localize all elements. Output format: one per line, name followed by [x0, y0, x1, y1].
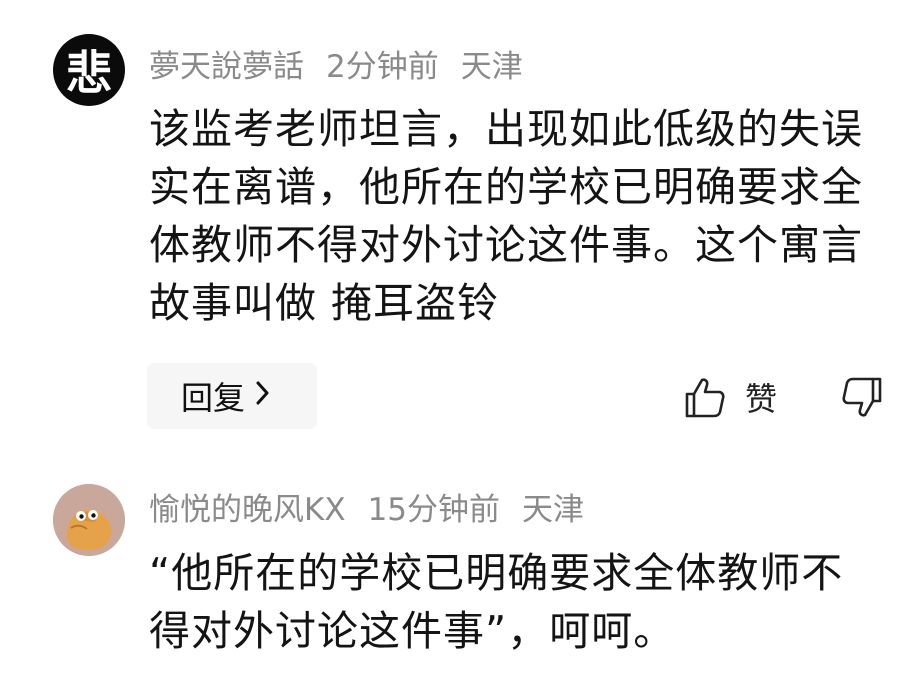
chevron-right-icon — [255, 379, 271, 414]
duck-avatar-icon — [53, 484, 125, 556]
comment-item: 愉悦的晚风KX 15分钟前 天津 “他所在的学校已明确要求全体教师不得对外讨论这件事… — [0, 440, 902, 685]
comment-meta: 愉悦的晚风KX 15分钟前 天津 — [149, 490, 606, 530]
avatar-character: 悲 — [66, 46, 112, 100]
thumbs-down-icon — [840, 377, 884, 424]
location: 天津 — [522, 492, 585, 528]
comment-item: 悲 夢天說夢話 2分钟前 天津 该监考老师坦言，出现如此低级的失误实在离谱，他所在的… — [0, 0, 902, 440]
reply-label: 回复 — [181, 379, 246, 417]
comment-text: 该监考老师坦言，出现如此低级的失误实在离谱，他所在的学校已明确要求全体教师不得对… — [149, 105, 863, 327]
username[interactable]: 夢天說夢話 — [149, 49, 304, 85]
reply-button[interactable]: 回复 — [147, 363, 317, 429]
avatar[interactable] — [53, 484, 125, 556]
location: 天津 — [460, 49, 523, 85]
like-button[interactable]: 赞 — [683, 374, 777, 420]
timestamp: 2分钟前 — [326, 49, 439, 85]
timestamp: 15分钟前 — [367, 492, 501, 528]
like-label: 赞 — [745, 380, 778, 418]
thumbs-up-icon — [683, 375, 727, 419]
dislike-button[interactable] — [840, 376, 884, 424]
comment-text: “他所在的学校已明确要求全体教师不得对外讨论这件事”，呵呵。 — [149, 549, 844, 655]
comment-meta: 夢天說夢話 2分钟前 天津 — [149, 47, 545, 87]
username[interactable]: 愉悦的晚风KX — [149, 492, 346, 528]
avatar[interactable]: 悲 — [53, 34, 125, 106]
